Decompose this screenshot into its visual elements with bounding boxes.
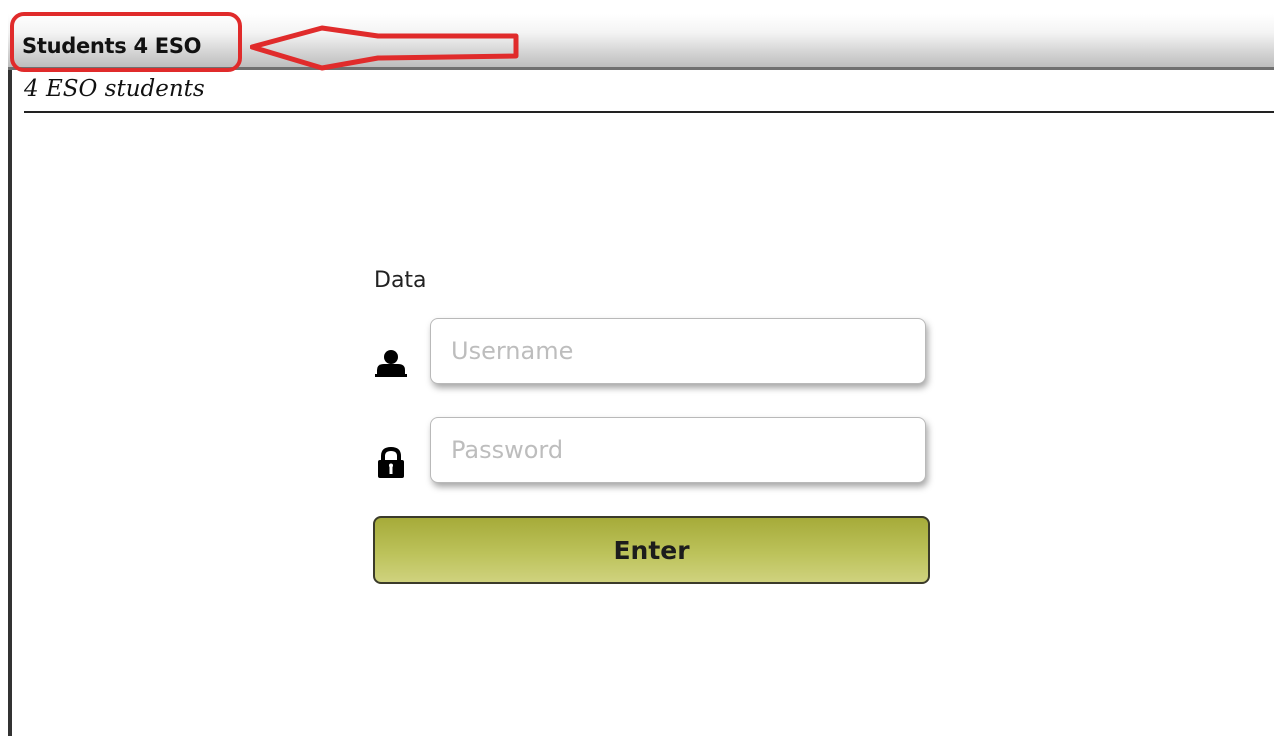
page-subtitle: 4 ESO students	[24, 76, 205, 102]
window-left-border	[8, 70, 12, 736]
form-legend: Data	[374, 268, 427, 293]
enter-button[interactable]: Enter	[373, 516, 930, 584]
lock-icon	[378, 446, 404, 478]
arrow-left-icon	[250, 25, 519, 71]
username-input[interactable]	[430, 318, 926, 384]
password-input[interactable]	[430, 417, 926, 483]
subtitle-divider	[24, 111, 1274, 113]
user-icon	[375, 350, 407, 377]
login-page: Students 4 ESO 4 ESO students Data Enter	[0, 0, 1274, 736]
annotation-highlight-box	[10, 12, 242, 72]
